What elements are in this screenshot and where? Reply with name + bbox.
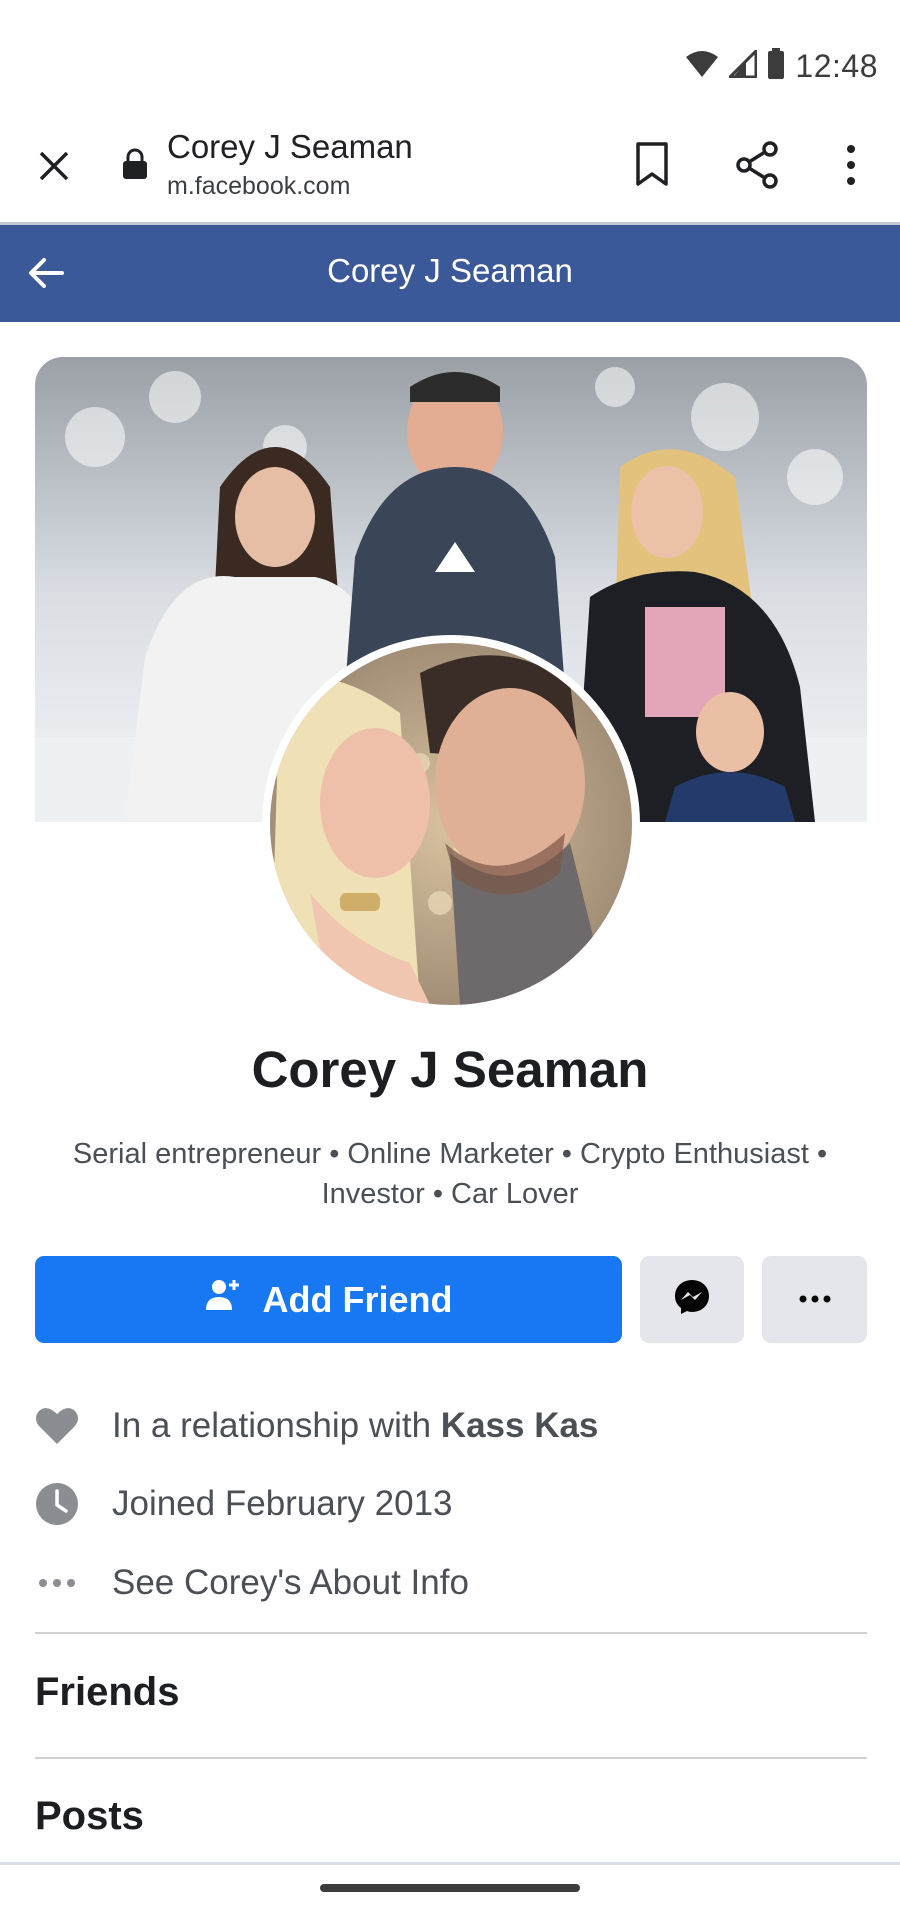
browser-toolbar: Corey J Seaman m.facebook.com: [0, 110, 900, 224]
wifi-icon: [685, 50, 719, 83]
page-title[interactable]: Corey J Seaman: [167, 128, 413, 166]
section-divider: [35, 1757, 867, 1759]
url-host[interactable]: m.facebook.com: [167, 172, 350, 201]
more-button[interactable]: [762, 1256, 867, 1343]
more-horizontal-icon: [799, 1291, 831, 1309]
posts-section-title: Posts: [35, 1794, 144, 1838]
friends-section-title[interactable]: Friends: [35, 1670, 179, 1715]
add-friend-label: Add Friend: [262, 1278, 453, 1320]
add-friend-button[interactable]: Add Friend: [35, 1256, 622, 1343]
bottom-divider: [0, 1862, 900, 1865]
relationship-row: In a relationship with Kass Kas: [35, 1396, 867, 1456]
profile-picture[interactable]: [262, 635, 640, 1013]
home-indicator[interactable]: [320, 1884, 580, 1892]
about-info-row[interactable]: See Corey's About Info: [35, 1553, 867, 1613]
profile-name: Corey J Seaman: [251, 1041, 649, 1098]
about-info-link[interactable]: See Corey's About Info: [112, 1563, 469, 1603]
bio-line: Investor • Car Lover: [321, 1178, 579, 1210]
add-friend-icon: [205, 1277, 241, 1322]
more-dots-icon: [35, 1561, 79, 1605]
profile-bio: Serial entrepreneur • Online Marketer • …: [40, 1134, 860, 1214]
bio-line: Serial entrepreneur • Online Marketer • …: [72, 1138, 828, 1170]
section-divider: [35, 1632, 867, 1634]
relationship-prefix: In a relationship with: [112, 1406, 441, 1445]
relationship-text: In a relationship with Kass Kas: [112, 1406, 598, 1446]
status-icons: 12:48: [685, 47, 878, 85]
joined-text: Joined February 2013: [112, 1484, 453, 1523]
share-icon[interactable]: [734, 140, 780, 195]
clock-icon: [35, 1482, 79, 1526]
relationship-partner-link[interactable]: Kass Kas: [441, 1406, 599, 1445]
lock-icon: [122, 148, 148, 185]
status-time: 12:48: [795, 48, 878, 84]
bookmark-icon[interactable]: [632, 140, 672, 195]
messenger-icon: [673, 1278, 711, 1321]
close-icon[interactable]: [32, 144, 76, 188]
joined-row: Joined February 2013: [35, 1474, 867, 1534]
message-button[interactable]: [640, 1256, 744, 1343]
battery-icon: [767, 48, 785, 85]
header-title: Corey J Seaman: [327, 252, 573, 289]
more-options-icon[interactable]: [838, 140, 864, 195]
status-bar: 12:48: [0, 0, 900, 110]
heart-icon: [35, 1404, 79, 1448]
cell-signal-icon: [726, 47, 758, 83]
fb-header: Corey J Seaman: [0, 225, 900, 322]
